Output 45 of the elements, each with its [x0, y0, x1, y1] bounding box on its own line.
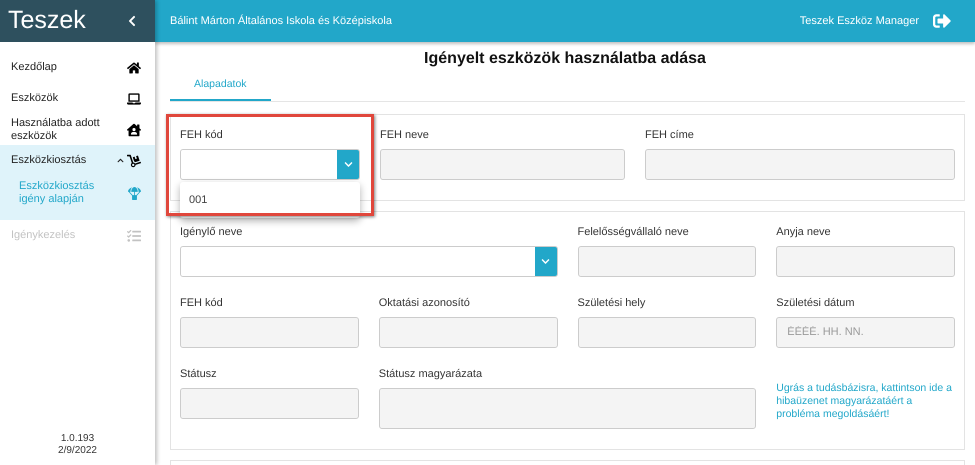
- field-label: Felelősségvállaló neve: [578, 224, 690, 239]
- textarea-field[interactable]: [378, 388, 756, 429]
- field-label: Státusz: [180, 366, 218, 381]
- logout-icon[interactable]: [933, 12, 951, 30]
- input-field[interactable]: [578, 316, 756, 348]
- chevron-up-icon: [117, 157, 124, 164]
- dropdown-option[interactable]: 001: [180, 186, 360, 214]
- house-user-icon: [127, 122, 141, 136]
- input-field[interactable]: [645, 148, 955, 180]
- nav-item[interactable]: Kezdőlap: [0, 52, 155, 83]
- checklist-icon: [127, 228, 141, 242]
- app-name: Teszek Eszköz Manager: [800, 14, 919, 29]
- field-label: Igénylő neve: [180, 224, 244, 239]
- home-icon: [127, 60, 141, 74]
- input-field[interactable]: [180, 316, 359, 348]
- laptop-icon: [127, 92, 141, 106]
- parachute-icon: [128, 186, 141, 200]
- field-label: FEH kód: [180, 128, 224, 142]
- hand-truck-icon: [127, 154, 141, 168]
- version-text: 1.0.193: [60, 433, 94, 445]
- nav-item[interactable]: Eszközkiosztás: [0, 145, 155, 176]
- school-name: Bálint Márton Általános Iskola és Középiskola: [170, 14, 392, 29]
- input-field[interactable]: [380, 148, 625, 180]
- nav-item[interactable]: Használatba adott eszközök: [0, 114, 155, 145]
- field-label: FEH címe: [645, 128, 695, 142]
- select-field[interactable]: [180, 246, 558, 277]
- input-field[interactable]: [578, 246, 756, 277]
- field-label: FEH neve: [380, 128, 430, 142]
- date-text: 2/9/2022: [58, 445, 97, 457]
- nav-item[interactable]: Eszközök: [0, 83, 155, 114]
- field-label: FEH kód: [180, 296, 224, 310]
- collapse-icon[interactable]: [127, 15, 137, 27]
- field-label: Születési hely: [578, 296, 646, 310]
- input-field[interactable]: [180, 388, 359, 419]
- select-field[interactable]: [180, 148, 360, 180]
- field-label: Születési dátum: [776, 296, 856, 310]
- input-field[interactable]: [776, 246, 955, 277]
- input-field[interactable]: [378, 316, 558, 348]
- page-title: Igényelt eszközök használatba adása: [423, 49, 707, 69]
- field-label: Anyja neve: [776, 224, 832, 239]
- field-label: Státusz magyarázata: [378, 366, 484, 381]
- app-logo-text: Teszek: [8, 5, 86, 36]
- chevron-down-icon: [344, 160, 352, 169]
- field-label: Oktatási azonosító: [378, 296, 471, 310]
- chevron-down-icon: [541, 256, 550, 266]
